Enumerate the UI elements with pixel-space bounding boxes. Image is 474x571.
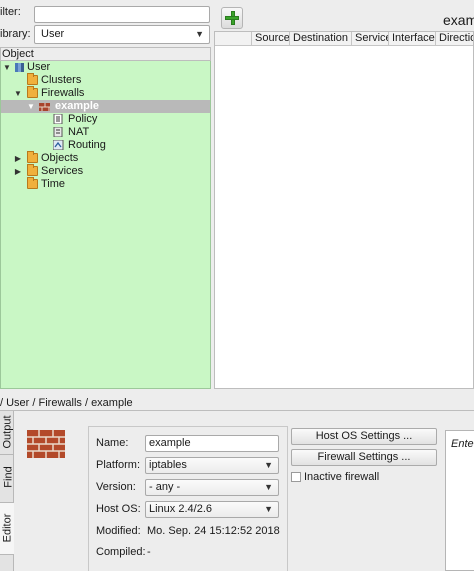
tab-find[interactable]: Find [0,455,15,503]
filter-input[interactable] [34,6,210,23]
expand-arrow-icon[interactable]: ▶ [14,165,22,178]
tab-label: Find [2,466,15,488]
comment-field[interactable]: Ente [445,430,474,571]
column-header-direction[interactable]: Directio [436,32,473,46]
version-value: - any - [149,481,181,493]
tree-label: Policy [68,113,98,125]
nat-icon [53,127,63,137]
column-header-destination[interactable]: Destination [290,32,352,46]
tree-label: Routing [68,139,106,151]
column-header-interface[interactable]: Interface [389,32,436,46]
platform-value: iptables [149,459,187,471]
platform-label: Platform: [96,459,141,471]
hostos-label: Host OS: [96,503,141,515]
chevron-down-icon: ▼ [264,460,273,470]
breadcrumb: / User / Firewalls / example [0,397,133,409]
tree-label: Firewalls [41,87,85,99]
inactive-firewall-label: Inactive firewall [304,471,380,483]
inactive-firewall-checkbox[interactable] [291,472,301,482]
hostos-select[interactable]: Linux 2.4/2.6 ▼ [145,501,279,518]
add-rule-button[interactable] [221,7,243,29]
vertical-tab-bar: Output Find Editor [0,411,15,571]
platform-select[interactable]: iptables ▼ [145,457,279,474]
tree-label: Time [41,178,66,190]
tree-label: Clusters [41,74,82,86]
policy-icon [53,114,63,124]
chevron-down-icon: ▼ [195,29,204,39]
tab-output[interactable]: Output [0,411,14,455]
host-os-settings-button[interactable]: Host OS Settings ... [291,428,437,445]
library-select[interactable]: User ▼ [34,25,210,44]
tree-label: NAT [68,126,90,138]
tree-label: Services [41,165,84,177]
folder-icon [27,73,38,85]
plus-icon-bar [225,16,239,20]
folder-icon [27,86,38,98]
firewall-title: exam [443,12,474,28]
column-header[interactable] [215,32,252,46]
name-label: Name: [96,437,129,449]
column-header-source[interactable]: Source [252,32,290,46]
column-header-service[interactable]: Service [352,32,389,46]
chevron-down-icon: ▼ [264,482,273,492]
rules-table[interactable]: Source Destination Service Interface Dir… [214,31,474,389]
divider [0,410,474,411]
expand-arrow-icon[interactable]: ▶ [14,152,22,165]
tab-label: Editor [1,513,14,543]
tree-item-nat[interactable]: NAT [1,126,210,139]
firewall-settings-button[interactable]: Firewall Settings ... [291,449,437,466]
library-label: ibrary: [0,28,31,40]
filter-label: ilter: [0,6,21,18]
hostos-value: Linux 2.4/2.6 [149,503,212,515]
expand-arrow-icon[interactable]: ▼ [27,100,35,113]
compiled-label: Compiled: [96,546,146,558]
modified-label: Modified: [96,525,141,537]
compiled-value: - [147,546,151,558]
version-select[interactable]: - any - ▼ [145,479,279,496]
tree-item-example[interactable]: ▼ example [1,100,210,113]
folder-icon [27,151,38,163]
modified-value: Mo. Sep. 24 15:12:52 2018 [147,525,280,537]
tab-editor[interactable]: Editor [0,503,14,555]
folder-icon [27,164,38,176]
comment-placeholder: Ente [451,438,474,450]
routing-icon [53,140,64,150]
firewall-brick-icon [27,430,65,458]
expand-arrow-icon[interactable]: ▼ [14,87,22,100]
firewall-icon [39,103,50,111]
expand-arrow-icon[interactable]: ▼ [3,61,11,74]
chevron-down-icon: ▼ [264,504,273,514]
tab-label: Output [1,415,14,449]
version-label: Version: [96,481,136,493]
folder-icon [27,177,38,189]
tree-item-policy[interactable]: Policy [1,113,210,126]
tree-item-time[interactable]: Time [1,177,210,191]
tree-label: example [55,100,100,112]
name-field[interactable]: example [145,435,279,452]
library-value: User [41,28,65,40]
library-icon [15,63,24,72]
tree-header: Object [0,47,211,61]
tree-item-firewalls[interactable]: ▼ Firewalls [1,86,210,100]
object-tree[interactable]: ▼ User Clusters ▼ Firewalls ▼ example Po… [0,61,211,389]
tree-label: Objects [41,152,79,164]
